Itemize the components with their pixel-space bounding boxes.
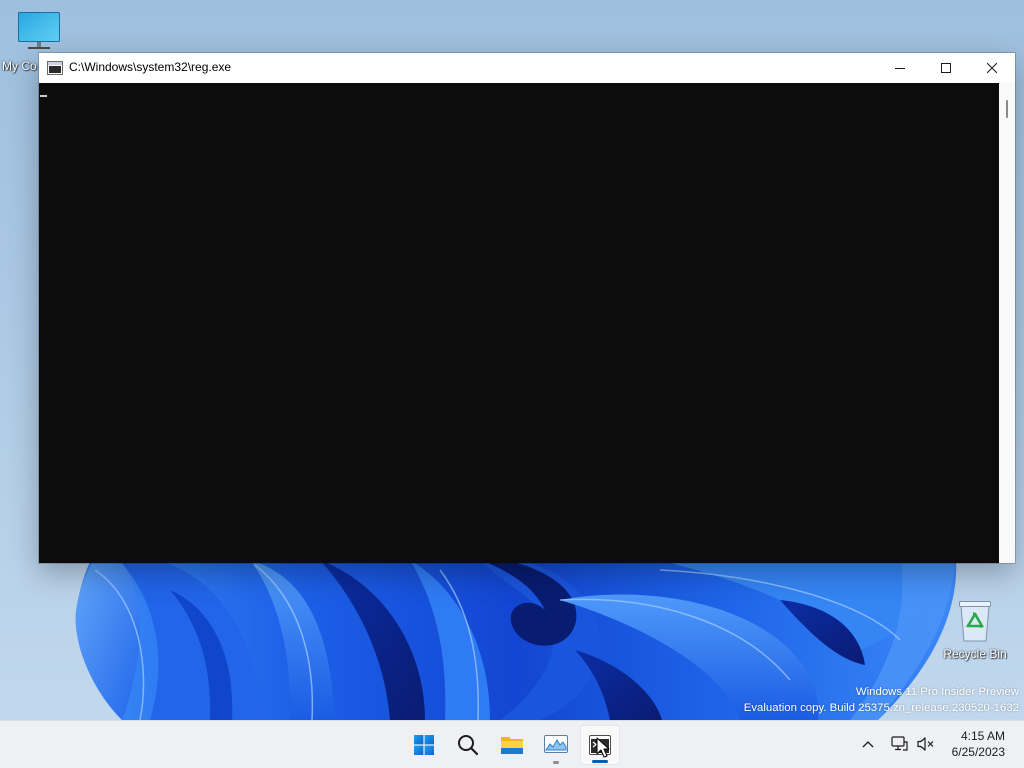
taskbar-clock[interactable]: 4:15 AM 6/25/2023 [940,728,1005,760]
running-indicator [553,761,559,764]
clock-time: 4:15 AM [960,729,1005,743]
show-hidden-icons-button[interactable] [858,734,878,754]
console-taskbar-button[interactable] [580,725,620,765]
maximize-icon [941,63,951,73]
maximize-button[interactable] [923,53,969,83]
close-icon [987,63,997,73]
watermark-line: Evaluation copy. Build 25375.zn_release.… [743,702,1019,714]
running-indicator [592,760,608,763]
console-icon [589,735,611,755]
volume-button[interactable] [916,734,936,754]
desktop-icon-label[interactable]: My Co [2,59,37,73]
desktop-icon-label[interactable]: Recycle Bin [940,647,1010,661]
title-bar[interactable]: C:\Windows\system32\reg.exe [39,53,1015,83]
taskbar[interactable]: 4:15 AM 6/25/2023 [0,720,1024,768]
console-window[interactable]: C:\Windows\system32\reg.exe [39,53,1015,563]
windows-start-icon [414,735,434,755]
file-explorer-button[interactable] [492,725,532,765]
console-output[interactable] [39,83,999,563]
performance-monitor-icon [544,735,568,755]
evaluation-watermark: Windows 11 Pro Insider Preview Evaluatio… [744,684,1019,716]
console-icon[interactable] [47,60,63,76]
text-cursor [40,95,47,97]
minimize-button[interactable] [877,53,923,83]
start-button[interactable] [404,725,444,765]
vertical-scrollbar[interactable] [999,83,1015,563]
desktop-icon-my-computer[interactable] [15,8,63,52]
minimize-icon [895,63,905,73]
network-icon [891,736,909,752]
watermark-line: Windows 11 Pro Insider Preview [855,686,1019,698]
scrollbar-thumb[interactable] [1006,100,1008,118]
close-button[interactable] [969,53,1015,83]
file-explorer-icon [500,734,524,756]
chevron-up-icon [862,740,874,748]
search-icon [457,734,479,756]
recycle-bin-icon [955,601,995,647]
window-title: C:\Windows\system32\reg.exe [69,60,232,74]
search-button[interactable] [448,725,488,765]
network-button[interactable] [890,734,910,754]
volume-muted-icon [917,736,935,752]
clock-date: 6/25/2023 [951,745,1005,759]
performance-monitor-button[interactable] [536,725,576,765]
desktop-icon-recycle-bin[interactable] [955,597,995,643]
